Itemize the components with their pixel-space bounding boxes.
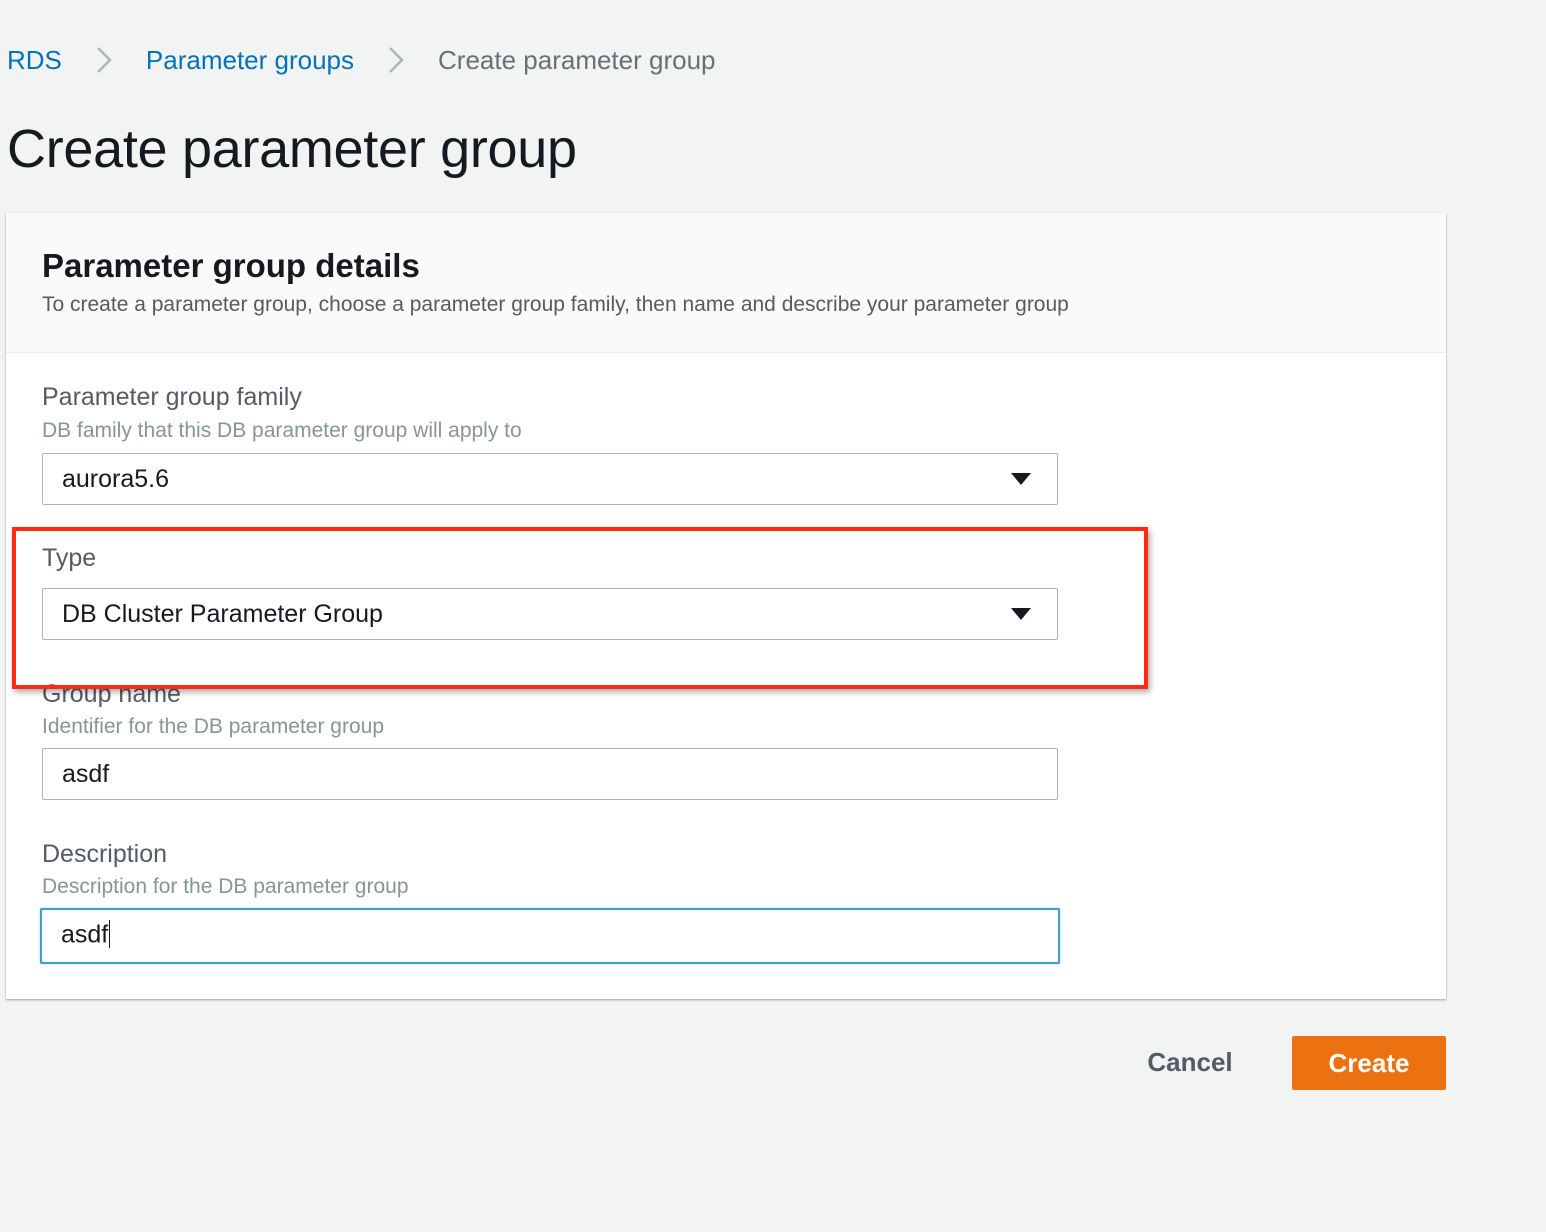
create-button[interactable]: Create [1292,1036,1446,1090]
family-select[interactable]: aurora5.6 [42,453,1058,505]
panel-description: To create a parameter group, choose a pa… [42,293,1069,316]
description-value-wrap: asdf [42,920,1058,952]
description-input[interactable]: asdf [40,908,1060,964]
chevron-right-icon [376,40,416,80]
breadcrumb-parameter-groups-link[interactable]: Parameter groups [146,45,354,76]
page: RDS Parameter groups Create parameter gr… [0,0,1546,1232]
breadcrumb-rds-link[interactable]: RDS [7,45,62,76]
description-hint: Description for the DB parameter group [42,875,409,898]
group-name-label: Group name [42,680,181,708]
panel-title: Parameter group details [42,247,420,284]
caret-down-icon [1011,608,1031,620]
caret-down-icon [1011,473,1031,485]
description-value: asdf [61,920,109,949]
type-select[interactable]: DB Cluster Parameter Group [42,588,1058,640]
page-title: Create parameter group [7,119,577,179]
type-label: Type [42,544,97,572]
parameter-group-details-panel: Parameter group details To create a para… [6,213,1446,999]
cancel-button[interactable]: Cancel [1126,1037,1254,1087]
text-cursor [109,920,111,948]
family-label: Parameter group family [42,383,302,411]
description-label: Description [42,840,168,868]
group-name-value: asdf [62,759,110,788]
breadcrumb-current: Create parameter group [438,44,716,75]
group-name-hint: Identifier for the DB parameter group [42,715,385,738]
group-name-input[interactable]: asdf [42,748,1058,800]
panel-header: Parameter group details To create a para… [6,213,1446,353]
chevron-right-icon [84,40,124,80]
type-select-value: DB Cluster Parameter Group [62,599,383,628]
family-select-value: aurora5.6 [62,464,170,493]
breadcrumb: RDS Parameter groups Create parameter gr… [7,40,716,80]
family-hint: DB family that this DB parameter group w… [42,419,522,442]
